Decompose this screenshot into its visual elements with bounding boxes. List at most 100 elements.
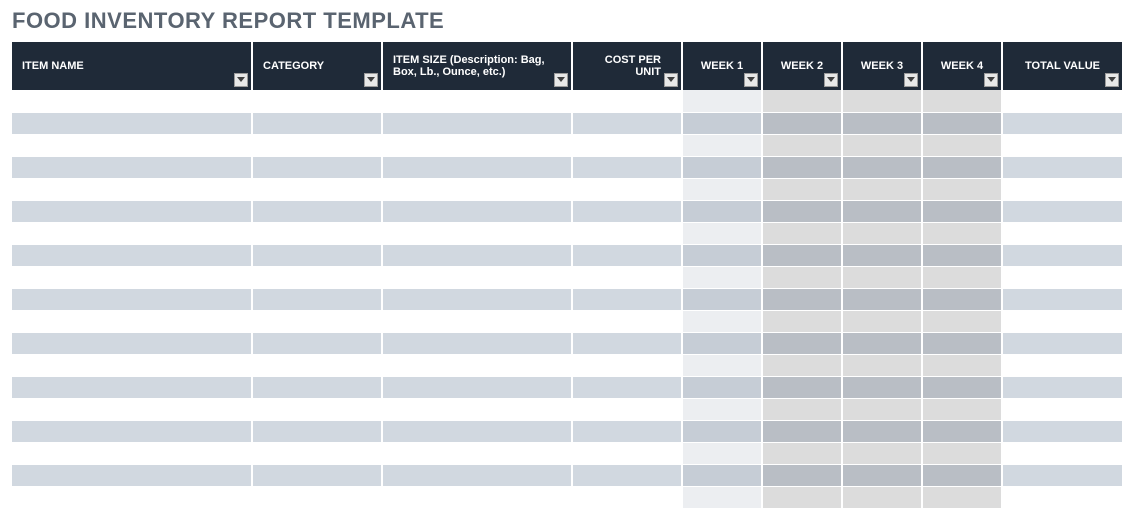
table-cell[interactable] bbox=[1002, 178, 1122, 200]
table-cell[interactable] bbox=[572, 266, 682, 288]
table-cell[interactable] bbox=[1002, 398, 1122, 420]
table-cell[interactable] bbox=[842, 354, 922, 376]
table-cell[interactable] bbox=[252, 112, 382, 134]
table-cell[interactable] bbox=[572, 112, 682, 134]
table-cell[interactable] bbox=[922, 288, 1002, 310]
table-cell[interactable] bbox=[922, 310, 1002, 332]
table-cell[interactable] bbox=[922, 134, 1002, 156]
table-cell[interactable] bbox=[762, 486, 842, 508]
table-cell[interactable] bbox=[842, 486, 922, 508]
table-cell[interactable] bbox=[922, 90, 1002, 112]
table-cell[interactable] bbox=[842, 420, 922, 442]
table-cell[interactable] bbox=[762, 112, 842, 134]
table-cell[interactable] bbox=[252, 442, 382, 464]
table-cell[interactable] bbox=[842, 376, 922, 398]
table-cell[interactable] bbox=[762, 90, 842, 112]
table-cell[interactable] bbox=[12, 332, 252, 354]
filter-dropdown-icon[interactable] bbox=[234, 73, 248, 87]
table-cell[interactable] bbox=[382, 464, 572, 486]
filter-dropdown-icon[interactable] bbox=[984, 73, 998, 87]
table-cell[interactable] bbox=[382, 398, 572, 420]
table-cell[interactable] bbox=[1002, 332, 1122, 354]
table-cell[interactable] bbox=[12, 420, 252, 442]
table-cell[interactable] bbox=[682, 354, 762, 376]
table-cell[interactable] bbox=[252, 134, 382, 156]
table-cell[interactable] bbox=[572, 354, 682, 376]
table-cell[interactable] bbox=[762, 354, 842, 376]
table-cell[interactable] bbox=[1002, 288, 1122, 310]
table-cell[interactable] bbox=[682, 178, 762, 200]
table-cell[interactable] bbox=[842, 222, 922, 244]
table-cell[interactable] bbox=[382, 244, 572, 266]
table-cell[interactable] bbox=[842, 310, 922, 332]
table-cell[interactable] bbox=[922, 112, 1002, 134]
table-cell[interactable] bbox=[682, 376, 762, 398]
table-cell[interactable] bbox=[12, 354, 252, 376]
table-cell[interactable] bbox=[922, 398, 1002, 420]
table-cell[interactable] bbox=[842, 90, 922, 112]
table-cell[interactable] bbox=[682, 486, 762, 508]
table-cell[interactable] bbox=[572, 134, 682, 156]
table-cell[interactable] bbox=[382, 178, 572, 200]
table-cell[interactable] bbox=[762, 398, 842, 420]
filter-dropdown-icon[interactable] bbox=[904, 73, 918, 87]
table-cell[interactable] bbox=[1002, 354, 1122, 376]
table-cell[interactable] bbox=[252, 244, 382, 266]
table-cell[interactable] bbox=[252, 200, 382, 222]
table-cell[interactable] bbox=[682, 442, 762, 464]
table-cell[interactable] bbox=[842, 442, 922, 464]
table-cell[interactable] bbox=[1002, 486, 1122, 508]
table-cell[interactable] bbox=[572, 332, 682, 354]
table-cell[interactable] bbox=[572, 244, 682, 266]
table-cell[interactable] bbox=[1002, 376, 1122, 398]
table-cell[interactable] bbox=[1002, 442, 1122, 464]
table-cell[interactable] bbox=[12, 486, 252, 508]
table-cell[interactable] bbox=[922, 244, 1002, 266]
table-cell[interactable] bbox=[922, 200, 1002, 222]
table-cell[interactable] bbox=[762, 244, 842, 266]
table-cell[interactable] bbox=[572, 310, 682, 332]
table-cell[interactable] bbox=[382, 442, 572, 464]
table-cell[interactable] bbox=[682, 244, 762, 266]
table-cell[interactable] bbox=[12, 134, 252, 156]
table-cell[interactable] bbox=[922, 376, 1002, 398]
table-cell[interactable] bbox=[842, 464, 922, 486]
table-cell[interactable] bbox=[382, 222, 572, 244]
table-cell[interactable] bbox=[922, 486, 1002, 508]
table-cell[interactable] bbox=[12, 288, 252, 310]
table-cell[interactable] bbox=[382, 376, 572, 398]
table-cell[interactable] bbox=[382, 486, 572, 508]
table-cell[interactable] bbox=[1002, 112, 1122, 134]
table-cell[interactable] bbox=[382, 134, 572, 156]
table-cell[interactable] bbox=[842, 200, 922, 222]
table-cell[interactable] bbox=[762, 288, 842, 310]
table-cell[interactable] bbox=[842, 112, 922, 134]
table-cell[interactable] bbox=[842, 134, 922, 156]
table-cell[interactable] bbox=[12, 464, 252, 486]
filter-dropdown-icon[interactable] bbox=[824, 73, 838, 87]
table-cell[interactable] bbox=[382, 156, 572, 178]
table-cell[interactable] bbox=[762, 310, 842, 332]
table-cell[interactable] bbox=[1002, 420, 1122, 442]
table-cell[interactable] bbox=[922, 222, 1002, 244]
table-cell[interactable] bbox=[682, 156, 762, 178]
table-cell[interactable] bbox=[682, 464, 762, 486]
table-cell[interactable] bbox=[252, 332, 382, 354]
table-cell[interactable] bbox=[252, 288, 382, 310]
table-cell[interactable] bbox=[252, 222, 382, 244]
table-cell[interactable] bbox=[252, 310, 382, 332]
table-cell[interactable] bbox=[1002, 464, 1122, 486]
table-cell[interactable] bbox=[762, 332, 842, 354]
table-cell[interactable] bbox=[922, 442, 1002, 464]
filter-dropdown-icon[interactable] bbox=[664, 73, 678, 87]
table-cell[interactable] bbox=[12, 266, 252, 288]
table-cell[interactable] bbox=[922, 178, 1002, 200]
table-cell[interactable] bbox=[382, 200, 572, 222]
table-cell[interactable] bbox=[1002, 266, 1122, 288]
table-cell[interactable] bbox=[12, 398, 252, 420]
table-cell[interactable] bbox=[12, 310, 252, 332]
table-cell[interactable] bbox=[922, 156, 1002, 178]
table-cell[interactable] bbox=[682, 310, 762, 332]
table-cell[interactable] bbox=[682, 288, 762, 310]
table-cell[interactable] bbox=[12, 442, 252, 464]
